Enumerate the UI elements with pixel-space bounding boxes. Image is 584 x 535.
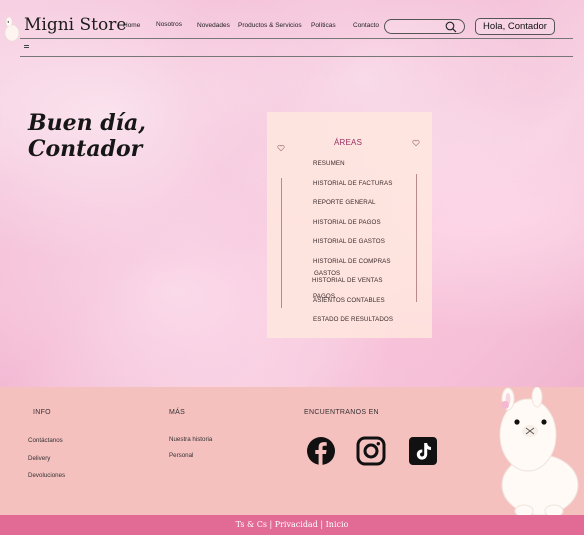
bottom-bar: Ts & Cs | Privacidad | Inicio [0, 515, 584, 535]
heart-icon [412, 139, 420, 147]
area-reporte-general[interactable]: REPORTE GENERAL [313, 199, 376, 206]
area-gastos[interactable]: GASTOS [314, 270, 340, 277]
tiktok-icon[interactable] [409, 437, 437, 465]
separator: | [269, 520, 273, 529]
area-resumen[interactable]: RESUMEN [313, 160, 345, 167]
terms-link[interactable]: Ts & Cs [236, 520, 267, 529]
panel-divider [416, 174, 417, 302]
areas-panel: ÁREAS RESUMEN HISTORIAL DE FACTURAS REPO… [267, 112, 432, 338]
footer-link-delivery[interactable]: Delivery [28, 455, 50, 462]
menu-icon[interactable] [24, 45, 29, 48]
area-historial-facturas[interactable]: HISTORIAL DE FACTURAS [313, 180, 392, 187]
login-button[interactable]: Hola, Contador [475, 18, 555, 35]
subheader-divider [20, 56, 573, 57]
search-input[interactable] [384, 19, 465, 34]
llama-mascot-icon [499, 387, 579, 518]
social-heading: ENCUENTRANOS EN [304, 409, 379, 416]
area-historial-ventas[interactable]: HISTORIAL DE VENTAS [312, 277, 383, 284]
area-historial-pagos[interactable]: HISTORIAL DE PAGOS [313, 219, 381, 226]
instagram-icon[interactable] [356, 436, 386, 466]
footer-link-devoluciones[interactable]: Devoluciones [28, 472, 65, 479]
heart-icon [277, 144, 285, 152]
home-link[interactable]: Inicio [326, 520, 349, 529]
footer-link-personal[interactable]: Personal [169, 452, 193, 459]
area-asientos-contables[interactable]: ASIENTOS CONTABLES [313, 297, 385, 304]
greeting-line-1: Buen día, [28, 110, 146, 136]
nav-contacto[interactable]: Contacto [353, 22, 379, 29]
nav-productos-servicios[interactable]: Productos & Servicios [238, 22, 302, 29]
footer: INFO Contáctanos Delivery Devoluciones M… [0, 387, 584, 518]
mas-heading: MÁS [169, 409, 186, 416]
panel-divider [281, 178, 282, 308]
separator: | [320, 520, 324, 529]
llama-logo-icon [4, 16, 20, 42]
brand-name[interactable]: Migni Store [24, 15, 126, 35]
search-icon[interactable] [445, 21, 457, 33]
area-historial-compras[interactable]: HISTORIAL DE COMPRAS [313, 258, 391, 265]
nav-nosotros[interactable]: Nosotros [156, 21, 182, 28]
footer-link-contactanos[interactable]: Contáctanos [28, 437, 63, 444]
nav-politicas[interactable]: Políticas [311, 22, 336, 29]
nav-novedades[interactable]: Novedades [197, 22, 230, 29]
header: Migni Store Home Nosotros Novedades Prod… [0, 12, 584, 42]
info-heading: INFO [33, 409, 51, 416]
greeting: Buen día, Contador [28, 110, 146, 162]
greeting-line-2: Contador [28, 136, 143, 162]
nav-home[interactable]: Home [123, 22, 140, 29]
footer-link-nuestra-historia[interactable]: Nuestra historia [169, 436, 212, 443]
areas-title: ÁREAS [334, 138, 363, 147]
header-divider [20, 38, 573, 39]
area-estado-resultados[interactable]: ESTADO DE RESULTADOS [313, 316, 393, 323]
area-historial-gastos[interactable]: HISTORIAL DE GASTOS [313, 238, 385, 245]
facebook-icon[interactable] [306, 436, 336, 466]
privacy-link[interactable]: Privacidad [275, 520, 318, 529]
